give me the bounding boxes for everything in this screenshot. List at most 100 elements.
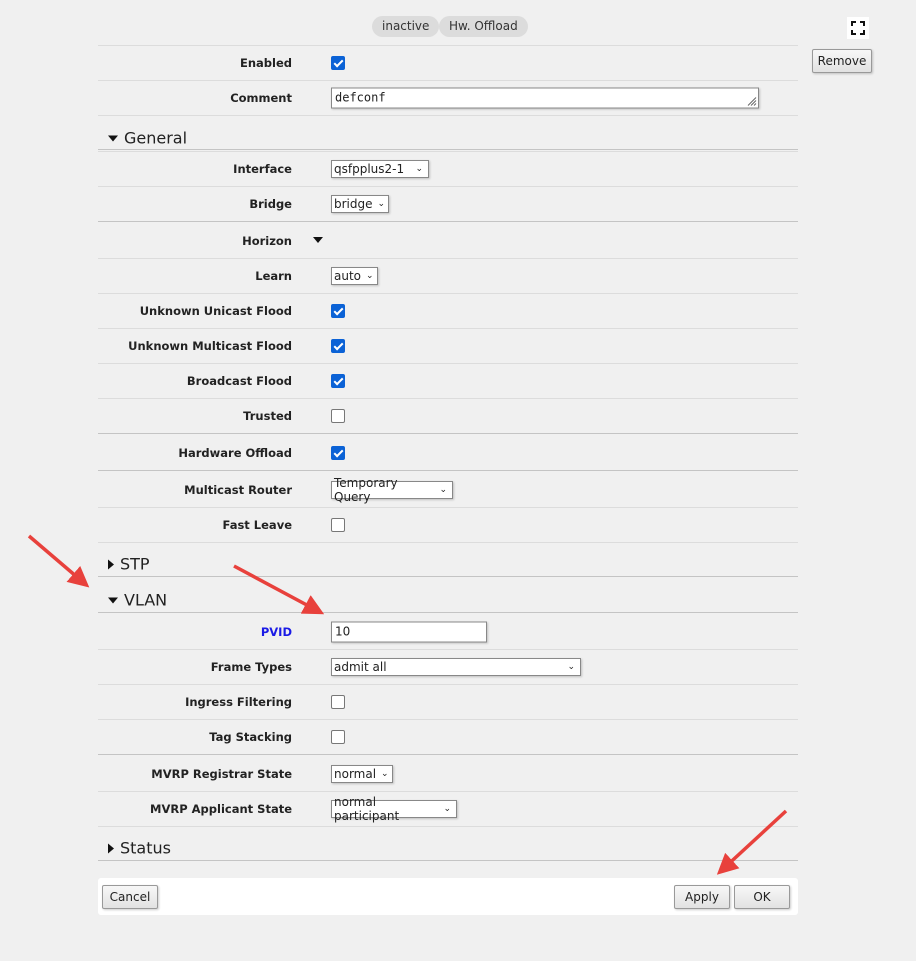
multicast-router-select[interactable]: Temporary Query ⌄ <box>331 476 453 504</box>
enabled-checkbox[interactable] <box>331 56 345 70</box>
tag-stacking-checkbox[interactable] <box>331 730 345 744</box>
pvid-input[interactable]: 10 <box>331 621 487 643</box>
select-value: admit all <box>334 660 387 674</box>
chevron-down-icon: ⌄ <box>366 271 374 281</box>
divider <box>98 576 798 577</box>
status-tag-hw-offload: Hw. Offload <box>439 16 528 37</box>
section-stp[interactable]: STP <box>108 555 150 574</box>
divider <box>98 80 798 81</box>
input-value: 10 <box>335 624 351 639</box>
divider <box>98 719 798 720</box>
select-value: normal participant <box>334 795 400 823</box>
caret-right-icon <box>108 843 114 853</box>
section-title: VLAN <box>124 590 168 610</box>
ok-button[interactable]: OK <box>734 885 790 909</box>
section-title: Status <box>120 838 171 858</box>
section-vlan[interactable]: VLAN <box>108 591 167 610</box>
select-value: auto <box>334 269 362 283</box>
unknown-unicast-flood-checkbox[interactable] <box>331 304 345 318</box>
label-multicast-router: Multicast Router <box>184 483 292 497</box>
section-title: STP <box>120 554 150 574</box>
label-unknown-unicast-flood: Unknown Unicast Flood <box>139 304 292 318</box>
broadcast-flood-checkbox[interactable] <box>331 374 345 388</box>
select-value: bridge <box>334 197 373 211</box>
label-tag-stacking: Tag Stacking <box>209 730 292 744</box>
learn-select[interactable]: auto ⌄ <box>331 267 378 285</box>
ingress-filtering-checkbox[interactable] <box>331 695 345 709</box>
label-horizon: Horizon <box>242 234 292 248</box>
label-comment: Comment <box>230 91 292 105</box>
label-bridge: Bridge <box>249 197 292 211</box>
label-enabled: Enabled <box>239 56 292 70</box>
divider <box>98 684 798 685</box>
divider <box>98 860 798 861</box>
chevron-down-icon: ⌄ <box>377 199 386 209</box>
select-value: qsfpplus2-1 <box>334 162 405 176</box>
label-interface: Interface <box>233 162 292 176</box>
divider <box>98 612 798 613</box>
label-fast-leave: Fast Leave <box>222 518 292 532</box>
arrow-annotation-vlan <box>27 534 90 588</box>
divider <box>98 186 798 187</box>
status-tag-inactive: inactive <box>372 16 440 37</box>
divider <box>98 328 798 329</box>
chevron-down-icon: ⌄ <box>415 164 423 174</box>
divider <box>98 433 798 434</box>
mvrp-applicant-state-select[interactable]: normal participant ⌄ <box>331 795 457 823</box>
divider <box>98 149 798 150</box>
divider <box>98 115 798 116</box>
horizon-expand-icon[interactable] <box>313 237 323 243</box>
label-trusted: Trusted <box>243 409 292 423</box>
divider <box>98 507 798 508</box>
label-ingress-filtering: Ingress Filtering <box>185 695 292 709</box>
label-learn: Learn <box>255 269 292 283</box>
fast-leave-checkbox[interactable] <box>331 518 345 532</box>
resize-grip-icon[interactable] <box>745 95 757 107</box>
section-title: General <box>124 128 188 148</box>
label-mvrp-applicant-state: MVRP Applicant State <box>150 802 292 816</box>
label-unknown-multicast-flood: Unknown Multicast Flood <box>128 339 292 353</box>
divider <box>98 258 798 259</box>
section-status[interactable]: Status <box>108 839 171 858</box>
divider <box>98 45 798 46</box>
unknown-multicast-flood-checkbox[interactable] <box>331 339 345 353</box>
bridge-select[interactable]: bridge ⌄ <box>331 195 389 213</box>
select-value: normal <box>334 767 377 781</box>
divider <box>98 293 798 294</box>
chevron-down-icon: ⌄ <box>381 769 389 779</box>
arrow-annotation-apply <box>716 809 788 875</box>
apply-button[interactable]: Apply <box>674 885 730 909</box>
mvrp-registrar-state-select[interactable]: normal ⌄ <box>331 765 393 783</box>
chevron-down-icon: ⌄ <box>443 804 451 814</box>
divider <box>98 151 798 152</box>
caret-down-icon <box>108 597 118 603</box>
footer-bar: Cancel Apply OK <box>98 878 798 915</box>
divider <box>98 649 798 650</box>
caret-right-icon <box>108 559 114 569</box>
comment-textarea[interactable]: defconf <box>331 87 759 109</box>
interface-select[interactable]: qsfpplus2-1 ⌄ <box>331 160 429 178</box>
label-frame-types: Frame Types <box>210 660 292 674</box>
label-broadcast-flood: Broadcast Flood <box>186 374 292 388</box>
divider <box>98 754 798 755</box>
divider <box>98 363 798 364</box>
divider <box>98 398 798 399</box>
chevron-down-icon: ⌄ <box>439 485 447 495</box>
arrow-annotation-pvid <box>233 564 325 615</box>
divider <box>98 791 798 792</box>
divider <box>98 542 798 543</box>
label-hardware-offload: Hardware Offload <box>178 446 292 460</box>
trusted-checkbox[interactable] <box>331 409 345 423</box>
select-value: Temporary Query <box>334 476 398 504</box>
section-general[interactable]: General <box>108 129 187 148</box>
hardware-offload-checkbox[interactable] <box>331 446 345 460</box>
label-mvrp-registrar-state: MVRP Registrar State <box>151 767 292 781</box>
cancel-button[interactable]: Cancel <box>102 885 158 909</box>
textarea-value: defconf <box>335 90 386 105</box>
divider <box>98 470 798 471</box>
remove-button[interactable]: Remove <box>812 49 872 73</box>
frame-types-select[interactable]: admit all ⌄ <box>331 658 581 676</box>
divider <box>98 826 798 827</box>
chevron-down-icon: ⌄ <box>567 662 575 672</box>
fullscreen-icon[interactable] <box>847 17 869 39</box>
